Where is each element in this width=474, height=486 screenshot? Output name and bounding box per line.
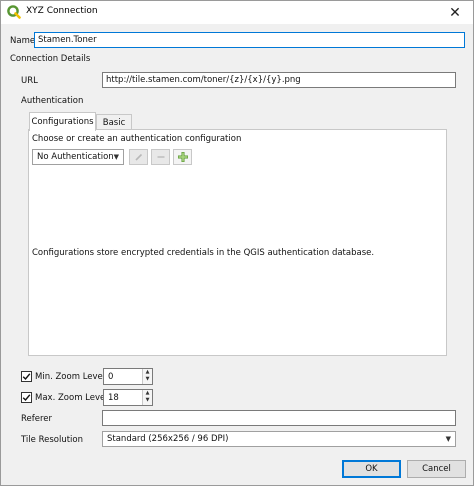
min-zoom-label: Min. Zoom Level: [35, 372, 106, 382]
max-zoom-value: 18: [108, 393, 119, 403]
ok-button[interactable]: OK: [342, 460, 401, 478]
url-input[interactable]: http://tile.stamen.com/toner/{z}/{x}/{y}…: [102, 72, 456, 88]
max-zoom-stepper[interactable]: ▲ ▼: [142, 390, 152, 405]
referer-input[interactable]: [102, 410, 456, 426]
referer-label: Referer: [21, 414, 53, 424]
auth-config-prompt: Choose or create an authentication confi…: [32, 134, 242, 144]
add-config-button[interactable]: [173, 149, 192, 165]
min-zoom-checkbox[interactable]: [21, 371, 32, 382]
cancel-button[interactable]: Cancel: [407, 460, 466, 478]
auth-config-panel: Choose or create an authentication confi…: [28, 129, 447, 356]
title-bar[interactable]: XYZ Connection ✕: [1, 1, 473, 24]
min-zoom-value: 0: [108, 372, 114, 382]
auth-info-text: Configurations store encrypted credentia…: [32, 248, 375, 258]
close-button[interactable]: ✕: [437, 1, 473, 24]
chevron-down-icon: ▼: [113, 153, 119, 161]
max-zoom-checkbox[interactable]: [21, 392, 32, 403]
chevron-down-icon[interactable]: ▼: [143, 376, 152, 383]
url-label: URL: [21, 76, 38, 86]
chevron-up-icon[interactable]: ▲: [143, 390, 152, 397]
max-zoom-label: Max. Zoom Level: [35, 393, 108, 403]
close-icon: ✕: [449, 4, 461, 21]
checkmark-icon: [22, 373, 31, 381]
checkmark-icon: [22, 394, 31, 402]
pencil-icon: [134, 153, 142, 161]
max-zoom-spinbox[interactable]: 18 ▲ ▼: [103, 389, 153, 406]
auth-config-select[interactable]: No Authentication ▼: [32, 149, 124, 165]
minus-icon: [157, 156, 164, 158]
chevron-down-icon[interactable]: ▼: [143, 397, 152, 404]
add-plus-icon: [177, 152, 188, 162]
edit-config-button[interactable]: [129, 149, 148, 165]
remove-config-button[interactable]: [151, 149, 170, 165]
tab-basic-label: Basic: [102, 118, 126, 128]
auth-config-selected: No Authentication: [37, 152, 114, 162]
tab-configurations[interactable]: Configurations: [29, 112, 96, 131]
window-title: XYZ Connection: [26, 6, 98, 16]
chevron-down-icon: ▼: [445, 435, 451, 443]
connection-details-label: Connection Details: [10, 54, 91, 64]
qgis-logo-icon: [7, 5, 21, 19]
min-zoom-spinbox[interactable]: 0 ▲ ▼: [103, 368, 153, 385]
tile-resolution-selected: Standard (256x256 / 96 DPI): [107, 434, 229, 444]
tile-resolution-select[interactable]: Standard (256x256 / 96 DPI) ▼: [102, 431, 456, 447]
min-zoom-stepper[interactable]: ▲ ▼: [142, 369, 152, 384]
name-label: Name: [10, 36, 36, 46]
authentication-label: Authentication: [21, 96, 84, 106]
chevron-up-icon[interactable]: ▲: [143, 369, 152, 376]
tile-resolution-label: Tile Resolution: [21, 435, 83, 445]
tab-configurations-label: Configurations: [31, 117, 94, 127]
window-scroll-edge: [464, 24, 473, 214]
name-input[interactable]: Stamen.Toner: [34, 32, 465, 48]
xyz-connection-dialog: XYZ Connection ✕ Name Stamen.Toner Conne…: [0, 0, 474, 486]
